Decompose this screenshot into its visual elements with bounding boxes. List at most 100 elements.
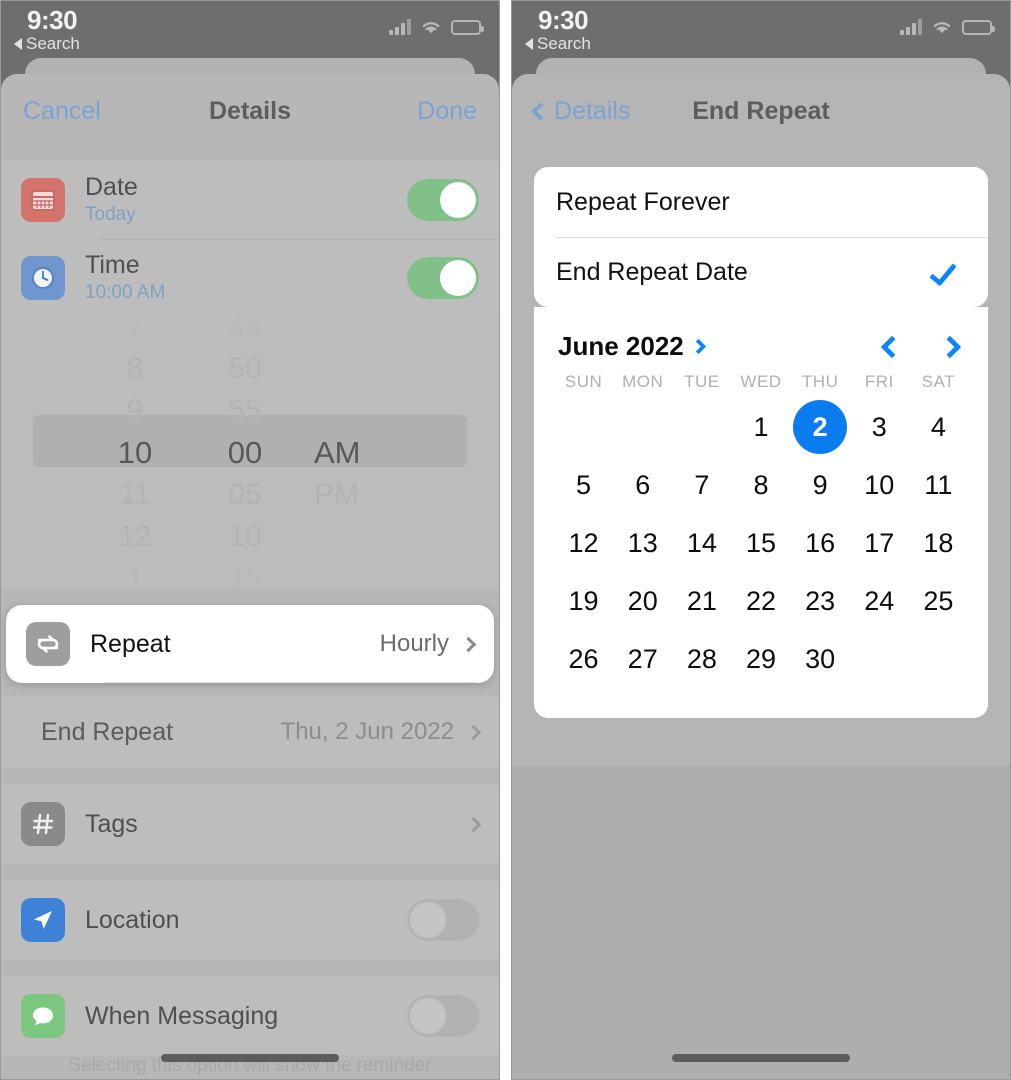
calendar-day-cell[interactable]: 17 xyxy=(850,514,909,572)
calendar-day-cell[interactable]: 2 xyxy=(791,398,850,456)
calendar-day-cell[interactable]: 30 xyxy=(791,630,850,688)
calendar-day[interactable]: 13 xyxy=(616,516,670,570)
calendar-day-cell[interactable]: 11 xyxy=(909,456,968,514)
row-time[interactable]: Time 10:00 AM xyxy=(1,239,499,317)
calendar-day-cell[interactable]: 26 xyxy=(554,630,613,688)
calendar-day-cell[interactable]: 15 xyxy=(731,514,790,572)
hour-item[interactable]: 1 xyxy=(127,558,144,589)
calendar-day-cell[interactable]: 1 xyxy=(731,398,790,456)
minute-item[interactable]: 10 xyxy=(228,516,261,558)
calendar-day[interactable]: 18 xyxy=(911,516,965,570)
calendar-day[interactable]: 25 xyxy=(911,574,965,628)
row-repeat[interactable]: Repeat Hourly xyxy=(6,605,494,683)
calendar-day[interactable]: 28 xyxy=(675,632,729,686)
calendar-day-cell[interactable]: 23 xyxy=(791,572,850,630)
chevron-right-icon[interactable] xyxy=(938,335,962,358)
hour-item[interactable]: 7 xyxy=(127,317,144,348)
status-back-to-search[interactable]: Search xyxy=(525,34,591,54)
calendar-day-cell[interactable]: 16 xyxy=(791,514,850,572)
calendar-day-cell[interactable]: 14 xyxy=(672,514,731,572)
calendar-day[interactable]: 27 xyxy=(616,632,670,686)
calendar-day[interactable]: 6 xyxy=(616,458,670,512)
hour-item[interactable]: 11 xyxy=(119,474,150,516)
calendar-day[interactable]: 4 xyxy=(911,400,965,454)
calendar-day[interactable]: 12 xyxy=(557,516,611,570)
minute-item[interactable]: 45 xyxy=(228,317,261,348)
hour-column[interactable]: 7 8 9 10 11 12 1 xyxy=(80,317,190,589)
calendar-day[interactable]: 19 xyxy=(557,574,611,628)
calendar-day[interactable]: 9 xyxy=(793,458,847,512)
calendar-day-cell[interactable]: 24 xyxy=(850,572,909,630)
home-indicator-left[interactable] xyxy=(161,1054,339,1062)
meridiem-item[interactable]: PM xyxy=(314,474,359,516)
calendar-day[interactable]: 7 xyxy=(675,458,729,512)
row-tags[interactable]: Tags xyxy=(1,785,499,863)
chevron-left-icon[interactable] xyxy=(880,335,904,358)
calendar-day-cell[interactable]: 13 xyxy=(613,514,672,572)
calendar-day-cell[interactable]: 3 xyxy=(850,398,909,456)
calendar-day-cell[interactable]: 4 xyxy=(909,398,968,456)
calendar-day[interactable]: 17 xyxy=(852,516,906,570)
meridiem-item-selected[interactable]: AM xyxy=(314,432,361,474)
hour-item[interactable]: 9 xyxy=(127,390,144,432)
calendar-day[interactable]: 16 xyxy=(793,516,847,570)
calendar-day-cell[interactable]: 28 xyxy=(672,630,731,688)
minute-item-selected[interactable]: 00 xyxy=(228,432,262,474)
back-to-details-button[interactable]: Details xyxy=(531,97,630,126)
calendar-month-button[interactable]: June 2022 xyxy=(558,331,707,362)
hour-item-selected[interactable]: 10 xyxy=(118,432,152,474)
minute-item[interactable]: 05 xyxy=(228,474,261,516)
row-date[interactable]: Date Today xyxy=(1,161,499,239)
calendar-day[interactable]: 1 xyxy=(734,400,788,454)
calendar-day-cell[interactable]: 9 xyxy=(791,456,850,514)
calendar-day[interactable]: 24 xyxy=(852,574,906,628)
calendar-day-cell[interactable]: 25 xyxy=(909,572,968,630)
calendar-day[interactable]: 3 xyxy=(852,400,906,454)
row-when-messaging[interactable]: When Messaging xyxy=(1,977,499,1055)
calendar-day-cell[interactable]: 5 xyxy=(554,456,613,514)
home-indicator-right[interactable] xyxy=(672,1054,850,1062)
status-back-to-search[interactable]: Search xyxy=(14,34,80,54)
messaging-toggle[interactable] xyxy=(407,995,479,1037)
minute-item[interactable]: 15 xyxy=(228,558,261,589)
time-toggle[interactable] xyxy=(407,257,479,299)
minute-item[interactable]: 50 xyxy=(228,348,261,390)
option-repeat-forever[interactable]: Repeat Forever xyxy=(534,167,988,237)
calendar-day[interactable]: 23 xyxy=(793,574,847,628)
calendar-day-cell[interactable]: 10 xyxy=(850,456,909,514)
calendar-day-cell[interactable]: 7 xyxy=(672,456,731,514)
calendar-day-cell[interactable]: 8 xyxy=(731,456,790,514)
calendar-day[interactable]: 26 xyxy=(557,632,611,686)
calendar-day-cell[interactable]: 12 xyxy=(554,514,613,572)
calendar-day-cell[interactable]: 19 xyxy=(554,572,613,630)
option-end-repeat-date[interactable]: End Repeat Date xyxy=(534,237,988,307)
calendar-day[interactable]: 14 xyxy=(675,516,729,570)
minute-item[interactable]: 55 xyxy=(228,390,261,432)
calendar-day[interactable]: 22 xyxy=(734,574,788,628)
date-toggle[interactable] xyxy=(407,179,479,221)
calendar-day[interactable]: 11 xyxy=(911,458,965,512)
calendar-day[interactable]: 29 xyxy=(734,632,788,686)
location-toggle[interactable] xyxy=(407,899,479,941)
calendar-day-cell[interactable]: 21 xyxy=(672,572,731,630)
minute-column[interactable]: 45 50 55 00 05 10 15 xyxy=(190,317,300,589)
calendar-day[interactable]: 5 xyxy=(557,458,611,512)
hour-item[interactable]: 8 xyxy=(127,348,144,390)
calendar-day-selected[interactable]: 2 xyxy=(793,400,848,454)
cancel-button[interactable]: Cancel xyxy=(23,97,101,126)
calendar-day-cell[interactable]: 22 xyxy=(731,572,790,630)
calendar-day-cell[interactable]: 27 xyxy=(613,630,672,688)
time-picker[interactable]: 7 8 9 10 11 12 1 45 50 55 00 05 10 15 AM… xyxy=(1,317,499,589)
meridiem-column[interactable]: . . . AM PM . . xyxy=(300,317,420,589)
row-end-repeat[interactable]: End Repeat Thu, 2 Jun 2022 xyxy=(1,697,499,767)
row-location[interactable]: Location xyxy=(1,881,499,959)
calendar-day[interactable]: 15 xyxy=(734,516,788,570)
calendar-day[interactable]: 30 xyxy=(793,632,847,686)
calendar-day-cell[interactable]: 6 xyxy=(613,456,672,514)
hour-item[interactable]: 12 xyxy=(118,516,151,558)
repeat-row-highlight-card[interactable]: Repeat Hourly xyxy=(6,605,494,683)
calendar-day[interactable]: 20 xyxy=(616,574,670,628)
calendar-day[interactable]: 8 xyxy=(734,458,788,512)
done-button[interactable]: Done xyxy=(417,97,477,126)
calendar-day[interactable]: 21 xyxy=(675,574,729,628)
